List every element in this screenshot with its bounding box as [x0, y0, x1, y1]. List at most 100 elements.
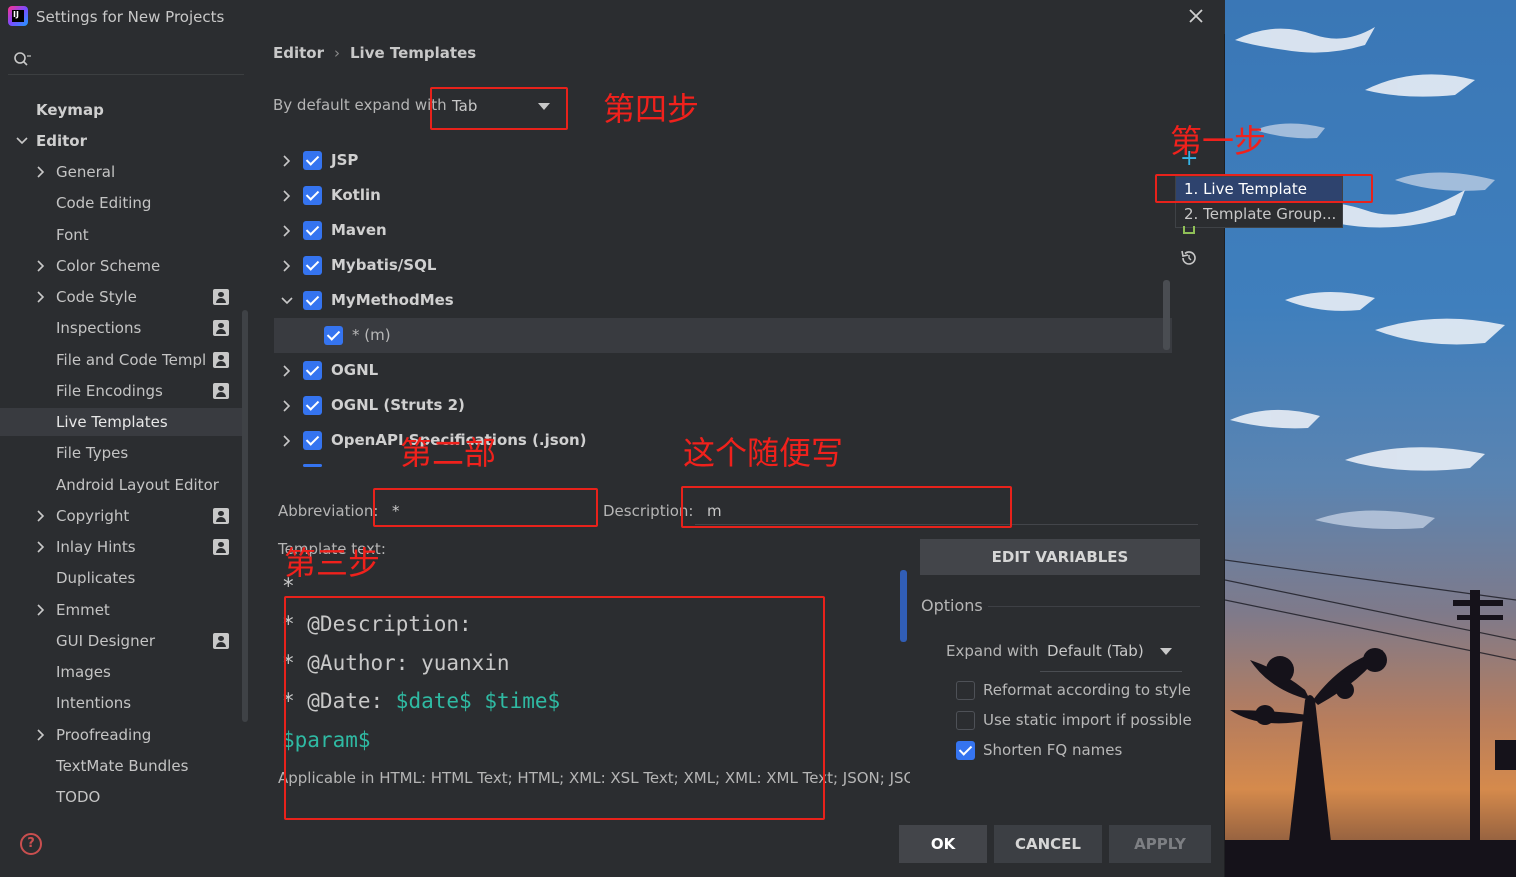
ok-button[interactable]: OK: [899, 825, 987, 863]
help-icon: ?: [27, 836, 35, 851]
sidebar-item-editor[interactable]: Editor: [0, 127, 242, 155]
chevron-right-icon[interactable]: [280, 224, 294, 238]
revert-icon[interactable]: [1178, 247, 1200, 269]
project-scope-icon: [213, 633, 229, 649]
sidebar-item-todo[interactable]: TODO: [0, 783, 242, 811]
chevron-right-icon[interactable]: [34, 259, 48, 273]
help-button[interactable]: ?: [20, 833, 42, 855]
tree-row-maven[interactable]: Maven: [274, 213, 1172, 248]
apply-button[interactable]: APPLY: [1109, 825, 1211, 863]
chevron-right-icon[interactable]: [280, 154, 294, 168]
sidebar-item-code-editing[interactable]: Code Editing: [0, 189, 242, 217]
group-checkbox[interactable]: [303, 396, 322, 415]
template-group-tree: JSP Kotlin Maven Mybatis/SQL MyMethodMes…: [274, 143, 1172, 467]
search-icon: [14, 52, 31, 66]
group-checkbox[interactable]: [303, 186, 322, 205]
sidebar-item-live-templates[interactable]: Live Templates: [0, 408, 242, 436]
sidebar-item-emmet[interactable]: Emmet: [0, 596, 242, 624]
sidebar-item-inspections[interactable]: Inspections: [0, 314, 242, 342]
sidebar-item-code-style[interactable]: Code Style: [0, 283, 242, 311]
expand-with-option-label: Expand with: [946, 642, 1039, 660]
sidebar-item-color-scheme[interactable]: Color Scheme: [0, 252, 242, 280]
shorten-fq-checkbox[interactable]: [956, 741, 975, 760]
chevron-down-icon[interactable]: [280, 294, 294, 308]
tree-row-mybatis-sql[interactable]: Mybatis/SQL: [274, 248, 1172, 283]
chevron-right-icon[interactable]: [280, 259, 294, 273]
title-bar: IJ Settings for New Projects: [0, 0, 1225, 34]
sidebar-item-keymap[interactable]: Keymap: [0, 96, 242, 124]
annotation-box-live-template: [1155, 174, 1373, 203]
sidebar-item-file-encodings[interactable]: File Encodings: [0, 377, 242, 405]
settings-search-input[interactable]: [8, 42, 244, 75]
group-checkbox[interactable]: [303, 151, 322, 170]
sidebar-item-copyright[interactable]: Copyright: [0, 502, 242, 530]
annotation-step3: 第三步: [284, 544, 381, 582]
chevron-right-icon[interactable]: [280, 189, 294, 203]
sidebar-item-file-types[interactable]: File Types: [0, 439, 242, 467]
annotation-box-template-text: [284, 596, 825, 820]
close-button[interactable]: [1184, 4, 1208, 28]
annotation-anything: 这个随便写: [683, 434, 844, 472]
breadcrumb-editor[interactable]: Editor: [273, 44, 324, 62]
chevron-down-icon[interactable]: [15, 134, 29, 148]
settings-sidebar: Keymap Editor General Code Editing Font …: [0, 34, 248, 877]
template-checkbox[interactable]: [324, 326, 343, 345]
group-checkbox[interactable]: [303, 431, 322, 450]
sidebar-item-font[interactable]: Font: [0, 221, 242, 249]
annotation-step1: 第一步: [1170, 122, 1267, 160]
tree-row-jsp[interactable]: JSP: [274, 143, 1172, 178]
chevron-right-icon[interactable]: [34, 290, 48, 304]
edit-variables-button[interactable]: EDIT VARIABLES: [920, 539, 1200, 575]
sidebar-item-proofreading[interactable]: Proofreading: [0, 721, 242, 749]
chevron-right-icon[interactable]: [34, 165, 48, 179]
tree-row-ognl-struts[interactable]: OGNL (Struts 2): [274, 388, 1172, 423]
window-title: Settings for New Projects: [36, 8, 225, 26]
sidebar-item-textmate-bundles[interactable]: TextMate Bundles: [0, 752, 242, 780]
annotation-box-description: [681, 486, 1012, 528]
chevron-right-icon[interactable]: [34, 728, 48, 742]
tree-row-template-m[interactable]: * (m): [274, 318, 1172, 353]
breadcrumb-live-templates: Live Templates: [350, 44, 477, 62]
reformat-checkbox[interactable]: [956, 681, 975, 700]
chevron-right-icon[interactable]: [34, 540, 48, 554]
group-checkbox[interactable]: [303, 291, 322, 310]
sidebar-scrollbar[interactable]: [242, 310, 248, 722]
static-import-checkbox[interactable]: [956, 711, 975, 730]
sidebar-item-images[interactable]: Images: [0, 658, 242, 686]
cancel-button[interactable]: CANCEL: [994, 825, 1102, 863]
duplicate-icon[interactable]: [1183, 226, 1195, 234]
sidebar-item-gui-designer[interactable]: GUI Designer: [0, 627, 242, 655]
sidebar-item-inlay-hints[interactable]: Inlay Hints: [0, 533, 242, 561]
sidebar-item-duplicates[interactable]: Duplicates: [0, 564, 242, 592]
abbreviation-label: Abbreviation:: [278, 502, 379, 520]
group-checkbox[interactable]: [303, 361, 322, 380]
editor-scrollbar[interactable]: [900, 570, 907, 642]
sidebar-item-general[interactable]: General: [0, 158, 242, 186]
expand-with-select[interactable]: Default (Tab): [1040, 636, 1182, 672]
group-checkbox[interactable]: [303, 221, 322, 240]
project-scope-icon: [213, 383, 229, 399]
chevron-right-icon[interactable]: [280, 399, 294, 413]
group-checkbox[interactable]: [303, 256, 322, 275]
menu-item-template-group[interactable]: 2. Template Group...: [1176, 202, 1342, 227]
chevron-right-icon[interactable]: [34, 603, 48, 617]
annotation-box-expand: [430, 87, 568, 130]
chevron-right-icon[interactable]: [34, 509, 48, 523]
tree-row-kotlin[interactable]: Kotlin: [274, 178, 1172, 213]
sidebar-item-file-and-code-templates[interactable]: File and Code Templ: [0, 346, 242, 374]
tree-row-ognl[interactable]: OGNL: [274, 353, 1172, 388]
sidebar-item-android-layout-editor[interactable]: Android Layout Editor: [0, 471, 242, 499]
sidebar-item-intentions[interactable]: Intentions: [0, 689, 242, 717]
chevron-right-icon[interactable]: [280, 434, 294, 448]
tree-row-mymethodmes[interactable]: MyMethodMes: [274, 283, 1172, 318]
project-scope-icon: [213, 352, 229, 368]
tree-scrollbar[interactable]: [1163, 280, 1170, 350]
partial-checkbox: [303, 464, 322, 467]
chevron-right-icon[interactable]: [280, 364, 294, 378]
expand-with-label: By default expand with: [273, 96, 447, 114]
annotation-step4: 第四步: [603, 90, 700, 128]
annotation-box-abbreviation: [373, 488, 598, 527]
project-scope-icon: [213, 320, 229, 336]
annotation-step2: 第二部: [400, 434, 497, 472]
project-scope-icon: [213, 289, 229, 305]
